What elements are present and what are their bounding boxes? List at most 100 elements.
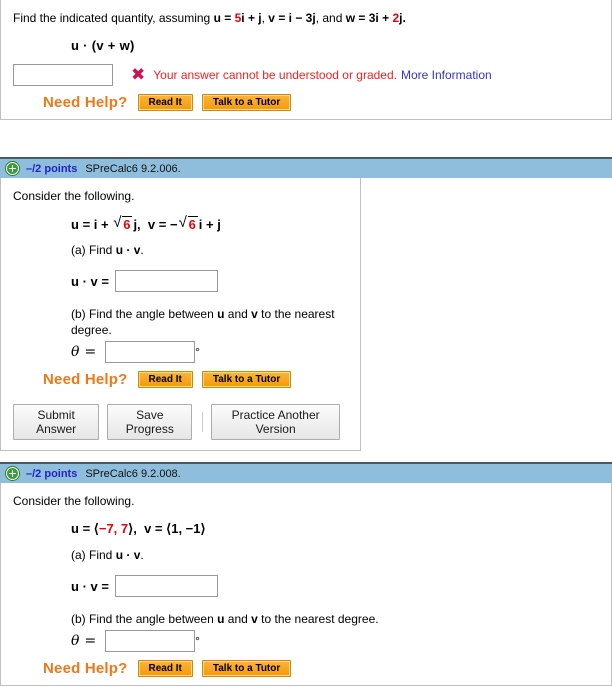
question-2-points: –/2 points	[26, 162, 78, 175]
sqrt-v-icon: √ 6	[178, 214, 198, 232]
and-text: , and	[315, 11, 346, 25]
question-2-body: Consider the following. u = i + √ 6 j, v =…	[1, 178, 360, 396]
question-1-expression: u · (v + w)	[71, 38, 135, 53]
u-equals: =	[220, 11, 235, 25]
theta-equals-2: =	[84, 633, 97, 649]
q2-partb-v: v	[251, 307, 258, 321]
w-tail: j.	[399, 11, 406, 25]
question-1-body: Find the indicated quantity, assuming u …	[1, 0, 611, 119]
q2-partb-text: (b) Find the angle between	[71, 307, 218, 321]
u-remainder: i + j	[241, 11, 262, 25]
error-message: Your answer cannot be understood or grad…	[153, 68, 397, 82]
q2-parta-u: u	[115, 243, 124, 257]
sqrt-u-icon: √ 6	[113, 214, 133, 232]
theta-input-2[interactable]	[105, 630, 196, 652]
q2-parta-dot: ·	[123, 243, 134, 257]
q3-v-close: ⟩	[200, 521, 206, 536]
v-value: = i − 3j	[274, 11, 316, 25]
gap-after-question-1	[0, 120, 612, 157]
question-2-need-help: Need Help? Read It Talk to a Tutor	[43, 371, 348, 388]
q2-u-post: j,	[133, 217, 141, 232]
question-2-part-a: (a) Find u · v.	[71, 242, 348, 258]
question-1-prompt: Find the indicated quantity, assuming u …	[13, 11, 406, 25]
question-2-header: –/2 points SPreCalc6 9.2.006.	[0, 157, 612, 178]
question-2-vectors: u = i + √ 6 j, v = − √ 6 i + j	[71, 214, 348, 232]
question-3-container: Consider the following. u = ⟨−7, 7⟩, v =…	[0, 483, 612, 686]
q3-partb-v: v	[251, 612, 258, 626]
question-1-need-help: Need Help? Read It Talk to a Tutor	[43, 94, 599, 111]
w-value: = 3	[355, 11, 376, 25]
expand-plus-icon-2[interactable]	[6, 467, 19, 480]
q3-u-label: u	[71, 521, 79, 536]
q3-parta-dot: ·	[123, 548, 134, 562]
q3-dot-label: u · v =	[71, 579, 109, 594]
q3-parta-end: .	[140, 548, 144, 562]
practice-another-version-button[interactable]: Practice Another Version	[211, 404, 340, 440]
q2-parta-end: .	[140, 243, 144, 257]
dot-product-input[interactable]	[114, 270, 218, 292]
talk-to-tutor-button-3[interactable]: Talk to a Tutor	[201, 660, 292, 677]
question-3-theta-row: θ = °	[71, 630, 599, 652]
question-3-id: SPreCalc6 9.2.008.	[85, 467, 181, 480]
dot-product-input-2[interactable]	[114, 575, 218, 597]
need-help-label-2: Need Help?	[43, 371, 128, 388]
q3-parta-text: (a) Find	[71, 548, 116, 562]
q2-u-label: u	[71, 217, 79, 232]
radical-sign: √	[113, 214, 122, 231]
radical-sign-2: √	[178, 214, 187, 231]
q2-v-post: i + j	[198, 217, 221, 232]
question-3-body: Consider the following. u = ⟨−7, 7⟩, v =…	[1, 483, 611, 685]
save-progress-button[interactable]: Save Progress	[107, 404, 193, 440]
theta-input[interactable]	[105, 341, 196, 363]
q2-u-radicand: 6	[122, 216, 133, 232]
question-2-actions: Submit Answer Save Progress Practice Ano…	[1, 396, 360, 450]
talk-to-tutor-button[interactable]: Talk to a Tutor	[201, 94, 292, 111]
question-2-dot-row: u · v =	[71, 270, 348, 292]
q2-dot-v: v	[90, 273, 98, 289]
read-it-button[interactable]: Read It	[137, 94, 193, 111]
q3-parta-u: u	[115, 548, 124, 562]
q3-partb-end: to the nearest degree.	[257, 612, 379, 626]
read-it-button-2[interactable]: Read It	[137, 371, 193, 388]
question-3-points: –/2 points	[26, 467, 78, 480]
q2-partb-and: and	[224, 307, 252, 321]
need-help-label-3: Need Help?	[43, 660, 128, 677]
expand-plus-icon[interactable]	[6, 162, 19, 175]
theta-equals: =	[84, 344, 97, 360]
need-help-label: Need Help?	[43, 94, 128, 111]
q3-dot-u: u	[71, 578, 79, 594]
talk-to-tutor-button-2[interactable]: Talk to a Tutor	[201, 371, 292, 388]
theta-symbol: θ	[71, 344, 80, 360]
question-2-consider: Consider the following.	[13, 189, 135, 203]
q3-partb-and: and	[224, 612, 252, 626]
question-2-id: SPreCalc6 9.2.006.	[85, 162, 181, 175]
question-2-part-b: (b) Find the angle between u and v to th…	[71, 306, 348, 338]
answer-input[interactable]	[13, 64, 113, 86]
question-3-header: –/2 points SPreCalc6 9.2.008.	[0, 462, 612, 483]
question-3-dot-row: u · v =	[71, 575, 599, 597]
read-it-button-3[interactable]: Read It	[137, 660, 193, 677]
q3-v-eq: =	[151, 521, 167, 536]
vector-u-label: u	[213, 11, 221, 25]
action-divider	[202, 412, 204, 432]
incorrect-x-icon: ✖	[131, 64, 146, 85]
q3-comma: ,	[133, 521, 137, 536]
question-1-answer-row: ✖ Your answer cannot be understood or gr…	[13, 64, 599, 86]
q2-dot-label: u · v =	[71, 274, 109, 289]
question-2-theta-row: θ = °	[71, 341, 348, 363]
question-1-container: Find the indicated quantity, assuming u …	[0, 0, 612, 120]
gap-after-question-2	[0, 451, 612, 462]
question-3-part-b: (b) Find the angle between u and v to th…	[71, 611, 599, 627]
q2-parta-text: (a) Find	[71, 243, 116, 257]
q2-dot-u: u	[71, 273, 79, 289]
submit-answer-button[interactable]: Submit Answer	[13, 404, 100, 440]
q3-dot-sym: ·	[78, 578, 91, 594]
w-i-unit: i +	[375, 11, 393, 25]
q3-partb-text: (b) Find the angle between	[71, 612, 218, 626]
question-3-consider: Consider the following.	[13, 494, 135, 508]
q3-dot-eq: =	[97, 578, 109, 594]
more-information-link[interactable]: More Information	[401, 68, 492, 82]
q2-v-radicand: 6	[187, 216, 198, 232]
question-3-need-help: Need Help? Read It Talk to a Tutor	[43, 660, 599, 677]
q3-u-eq: =	[78, 521, 94, 536]
